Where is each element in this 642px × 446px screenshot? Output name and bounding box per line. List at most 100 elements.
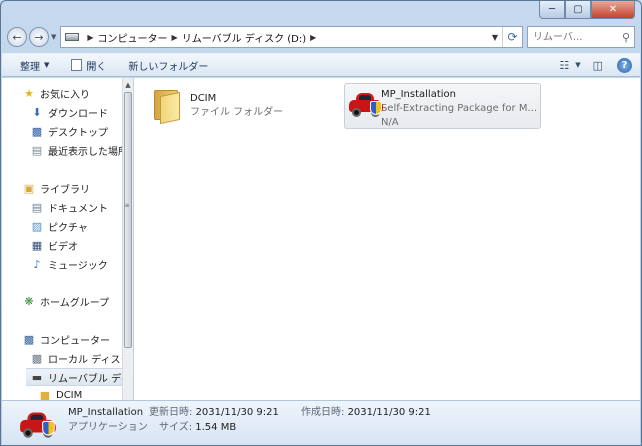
breadcrumb-computer[interactable]: コンピューター xyxy=(98,30,168,45)
car-installer-icon xyxy=(19,407,59,439)
nav-label: DCIM xyxy=(56,389,83,401)
shield-icon xyxy=(42,420,55,436)
film-icon: ▦ xyxy=(31,238,43,252)
nav-item-local-disk[interactable]: ▩ ローカル ディスク xyxy=(30,349,122,367)
nav-item-downloads[interactable]: ⬇ ダウンロード xyxy=(30,103,122,121)
folder-icon xyxy=(152,86,182,125)
local-disk-icon: ▩ xyxy=(31,351,43,365)
organize-label: 整理 xyxy=(20,61,40,73)
details-pane: MP_Installation アプリケーション 更新日時: 2031/11/3… xyxy=(2,400,640,445)
forward-arrow-icon: → xyxy=(34,30,44,44)
forward-button[interactable]: → xyxy=(29,27,49,47)
minimize-button[interactable]: ─ xyxy=(539,1,565,19)
address-bar[interactable]: ▶ コンピューター ▶ リムーバブル ディスク (D:) ▶ ▼ ⟳ xyxy=(60,26,523,48)
file-description: Self-Extracting Package for M... xyxy=(380,103,537,114)
close-button[interactable]: ✕ xyxy=(591,1,635,19)
new-folder-label: 新しいフォルダー xyxy=(128,61,209,73)
preview-pane-icon[interactable]: ◫ xyxy=(593,59,603,72)
view-dropdown-icon[interactable]: ▼ xyxy=(575,61,580,69)
nav-label: ホームグループ xyxy=(40,297,110,309)
recent-pages-dropdown-icon[interactable]: ▼ xyxy=(51,33,56,41)
address-row: ← → ▼ ▶ コンピューター ▶ リムーバブル ディスク (D:) ▶ ▼ ⟳… xyxy=(7,25,635,49)
nav-item-documents[interactable]: ▤ ドキュメント xyxy=(30,198,122,216)
search-icon[interactable]: ⚲ xyxy=(622,31,630,44)
address-dropdown-icon[interactable]: ▼ xyxy=(488,33,502,42)
open-button[interactable]: 開く xyxy=(71,58,106,73)
nav-label: ビデオ xyxy=(48,241,78,253)
chevron-right-icon[interactable]: ▶ xyxy=(172,33,178,42)
nav-label: お気に入り xyxy=(40,89,90,101)
address-tail: ▼ ⟳ xyxy=(488,27,522,47)
chevron-right-icon[interactable]: ▶ xyxy=(87,33,93,42)
nav-scrollbar[interactable]: ▲ ≡ xyxy=(122,78,133,400)
details-size: サイズ: 1.54 MB xyxy=(159,420,236,435)
document-icon: ▤ xyxy=(31,200,43,214)
details-created: 作成日時: 2031/11/30 9:21 xyxy=(301,405,431,420)
breadcrumb-removable-disk[interactable]: リムーバブル ディスク (D:) xyxy=(182,30,306,45)
nav-label: ドキュメント xyxy=(48,203,108,215)
nav-item-recent-places[interactable]: ▤ 最近表示した場所 xyxy=(30,141,122,159)
nav-label: 最近表示した場所 xyxy=(48,146,122,158)
details-modified: 更新日時: 2031/11/30 9:21 xyxy=(149,405,279,420)
folder-icon: ■ xyxy=(39,388,51,401)
size-value: 1.54 MB xyxy=(195,422,237,433)
nav-item-pictures[interactable]: ▨ ピクチャ xyxy=(30,217,122,235)
nav-label: リムーバブル ディスク xyxy=(48,373,122,385)
refresh-icon: ⟳ xyxy=(507,30,518,44)
modified-value: 2031/11/30 9:21 xyxy=(195,407,279,418)
star-icon: ★ xyxy=(24,86,34,100)
toolbar-right: ☷ ▼ ◫ ? xyxy=(547,57,632,73)
help-icon[interactable]: ? xyxy=(617,57,632,73)
created-label: 作成日時: xyxy=(301,407,345,418)
nav-label: ピクチャ xyxy=(48,222,88,234)
nav-item-videos[interactable]: ▦ ビデオ xyxy=(30,236,122,254)
nav-item-libraries[interactable]: ▣ ライブラリ xyxy=(22,179,122,197)
drive-icon xyxy=(65,33,80,41)
homegroup-icon: ❋ xyxy=(24,294,34,308)
chevron-down-icon: ▼ xyxy=(44,61,50,69)
nav-item-removable-disk[interactable]: ▬ リムーバブル ディスク xyxy=(26,368,122,386)
file-list: DCIM ファイル フォルダー MP_Installation Self-Ext… xyxy=(134,78,640,400)
computer-icon: ▩ xyxy=(23,332,35,346)
nav-item-music[interactable]: ♪ ミュージック xyxy=(30,255,122,273)
modified-label: 更新日時: xyxy=(149,407,193,418)
nav-item-favorites[interactable]: ★ お気に入り xyxy=(22,84,122,102)
library-icon: ▣ xyxy=(23,181,35,195)
new-folder-button[interactable]: 新しいフォルダー xyxy=(128,58,208,73)
maximize-button[interactable]: ▢ xyxy=(565,1,591,19)
scroll-up-icon[interactable]: ▲ xyxy=(123,78,133,92)
file-item-dcim[interactable]: DCIM ファイル フォルダー xyxy=(152,86,332,132)
desktop-icon: ▩ xyxy=(31,124,43,138)
organize-button[interactable]: 整理 ▼ xyxy=(20,58,49,73)
details-type: アプリケーション xyxy=(68,422,148,433)
search-box[interactable]: ⚲ xyxy=(527,26,635,48)
scroll-thumb[interactable] xyxy=(124,92,132,348)
pictures-icon: ▨ xyxy=(31,219,43,233)
nav-item-homegroup[interactable]: ❋ ホームグループ xyxy=(22,292,122,310)
search-input[interactable] xyxy=(533,31,613,43)
file-item-mp-installation[interactable]: MP_Installation Self-Extracting Package … xyxy=(344,83,541,129)
back-arrow-icon: ← xyxy=(12,30,22,44)
chevron-right-icon[interactable]: ▶ xyxy=(310,33,316,42)
shield-icon xyxy=(370,101,382,115)
nav-item-computer[interactable]: ▩ コンピューター xyxy=(22,330,122,348)
explorer-window: ─ ▢ ✕ ← → ▼ ▶ コンピューター ▶ リムーバブル ディスク (D:)… xyxy=(0,0,642,446)
created-value: 2031/11/30 9:21 xyxy=(347,407,431,418)
nav-item-desktop[interactable]: ▩ デスクトップ xyxy=(30,122,122,140)
details-name: MP_Installation xyxy=(68,407,144,418)
back-button[interactable]: ← xyxy=(7,27,27,47)
file-type: ファイル フォルダー xyxy=(190,107,284,118)
file-name: MP_Installation xyxy=(380,89,456,100)
size-label: サイズ: xyxy=(159,422,193,433)
nav-label: ミュージック xyxy=(48,260,108,272)
removable-drive-icon: ▬ xyxy=(31,370,43,384)
nav-label: ライブラリ xyxy=(40,184,90,196)
nav-label: コンピューター xyxy=(40,335,110,347)
view-options-icon[interactable]: ☷ xyxy=(559,59,569,72)
recent-places-icon: ▤ xyxy=(31,143,43,157)
nav-label: ダウンロード xyxy=(48,108,108,120)
music-note-icon: ♪ xyxy=(33,257,41,271)
car-installer-icon xyxy=(348,88,383,118)
refresh-button[interactable]: ⟳ xyxy=(502,27,522,47)
nav-item-dcim[interactable]: ■ DCIM xyxy=(38,386,122,401)
